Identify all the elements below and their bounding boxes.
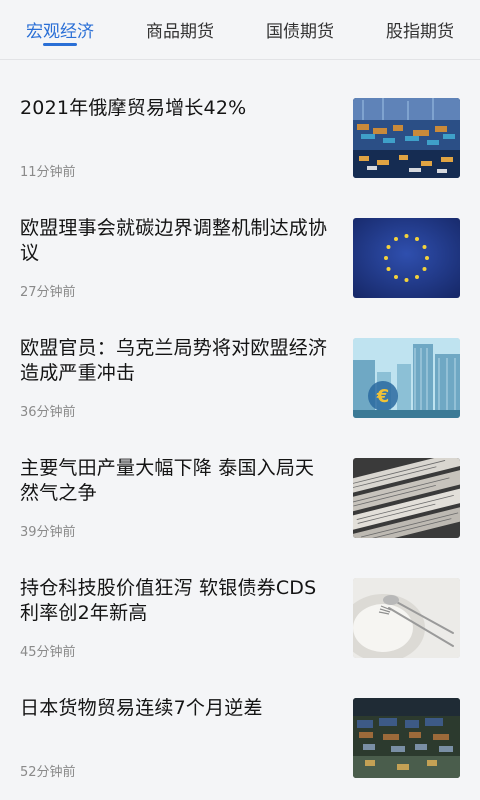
tab-label: 股指期货 [386,22,454,42]
news-thumbnail-euro-skyline: € [353,338,460,418]
tab-index-futures[interactable]: 股指期货 [386,0,454,60]
news-item[interactable]: 主要气田产量大幅下降 泰国入局天然气之争 39分钟前 [0,420,480,540]
news-list: 2021年俄摩贸易增长42% 11分钟前 欧盟理事会就碳边界调整机制达成协议 2… [0,60,480,780]
news-thumbnail-plate-fork [353,578,460,658]
news-time: 39分钟前 [20,525,76,540]
news-time: 45分钟前 [20,645,76,660]
news-thumbnail-newspapers [353,458,460,538]
news-title: 欧盟理事会就碳边界调整机制达成协议 [20,217,328,264]
news-item[interactable]: 欧盟官员：乌克兰局势将对欧盟经济造成严重冲击 36分钟前 € [0,300,480,420]
category-tab-bar: 宏观经济 商品期货 国债期货 股指期货 [0,0,480,60]
news-thumbnail-port-aerial [353,698,460,778]
tab-label: 商品期货 [146,22,214,42]
news-item[interactable]: 欧盟理事会就碳边界调整机制达成协议 27分钟前 [0,180,480,300]
news-thumbnail-port-containers [353,98,460,178]
news-title: 欧盟官员：乌克兰局势将对欧盟经济造成严重冲击 [20,337,328,384]
news-item[interactable]: 持仓科技股价值狂泻 软银债券CDS利率创2年新高 45分钟前 [0,540,480,660]
active-tab-indicator [43,42,77,46]
news-title: 持仓科技股价值狂泻 软银债券CDS利率创2年新高 [20,577,317,624]
news-item[interactable]: 日本货物贸易连续7个月逆差 52分钟前 [0,660,480,780]
news-title: 2021年俄摩贸易增长42% [20,97,247,119]
news-title: 主要气田产量大幅下降 泰国入局天然气之争 [20,457,315,504]
tab-label: 国债期货 [266,22,334,42]
news-item[interactable]: 2021年俄摩贸易增长42% 11分钟前 [0,60,480,180]
svg-text:€: € [376,386,390,407]
news-time: 36分钟前 [20,405,76,420]
news-title: 日本货物贸易连续7个月逆差 [20,697,263,719]
tab-commodity-futures[interactable]: 商品期货 [146,0,214,60]
tab-label: 宏观经济 [26,22,94,42]
news-thumbnail-eu-flag [353,218,460,298]
tab-macro-economy[interactable]: 宏观经济 [26,0,94,60]
news-time: 52分钟前 [20,765,76,780]
news-time: 11分钟前 [20,165,76,180]
tab-treasury-futures[interactable]: 国债期货 [266,0,334,60]
news-time: 27分钟前 [20,285,76,300]
